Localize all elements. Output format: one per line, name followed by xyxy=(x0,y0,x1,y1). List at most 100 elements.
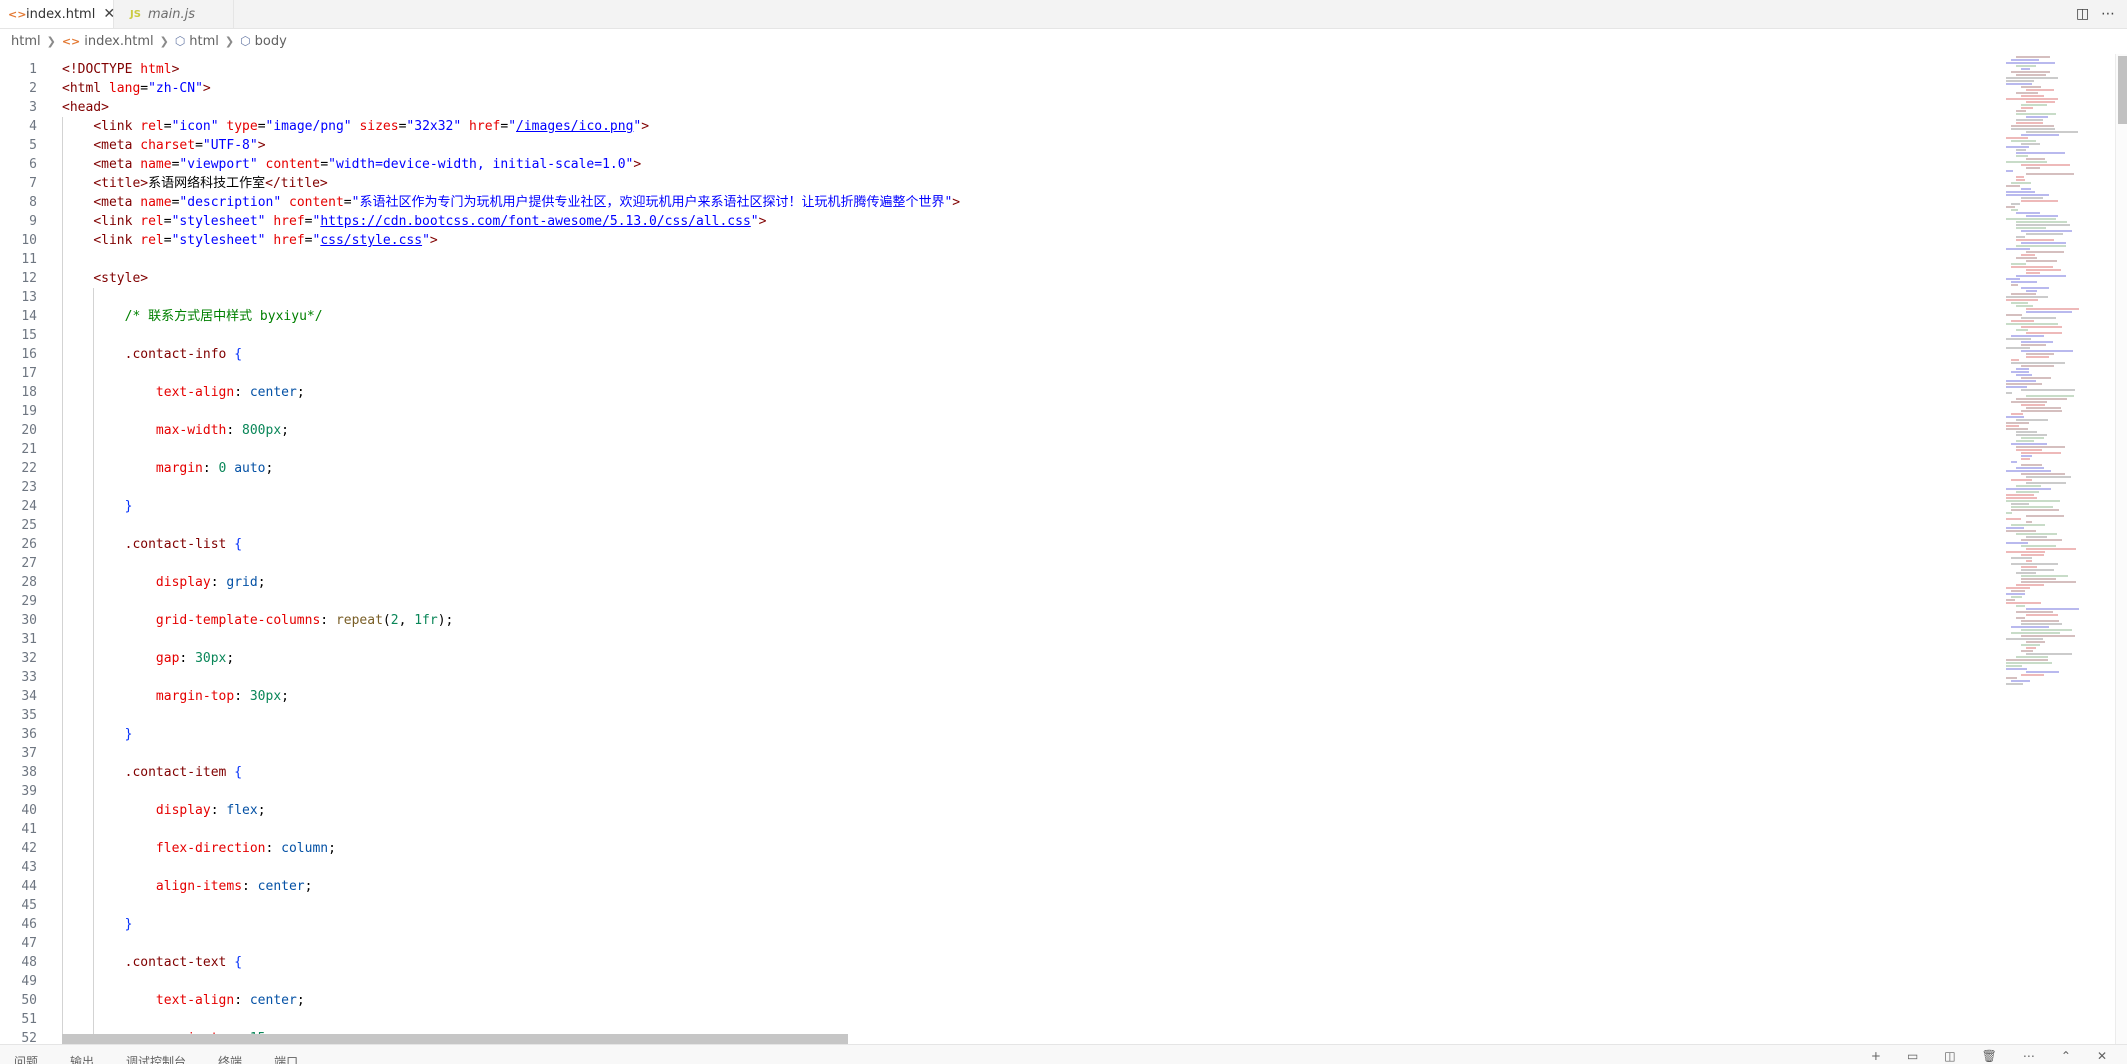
terminal-icon[interactable]: ▭ xyxy=(1907,1049,1918,1064)
code-line[interactable]: 39 xyxy=(0,782,2000,801)
panel-tab-problems[interactable]: 问题 xyxy=(14,1051,38,1064)
minimap-line xyxy=(2026,476,2071,478)
code-editor[interactable]: 1 <!DOCTYPE html> 2 <html lang="zh-CN"> 3 <he… xyxy=(0,54,2000,1044)
more-actions-icon[interactable]: ⋯ xyxy=(2101,0,2115,28)
code-line[interactable]: 34 margin-top: 30px; xyxy=(0,687,2000,706)
minimap-line xyxy=(2016,113,2056,115)
code-line[interactable]: 32 gap: 30px; xyxy=(0,649,2000,668)
close-icon[interactable]: ✕ xyxy=(2097,1049,2107,1064)
code-line[interactable]: 31 xyxy=(0,630,2000,649)
vertical-scrollbar[interactable] xyxy=(2115,54,2127,1044)
code-line[interactable]: 9 <link rel="stylesheet" href="https://c… xyxy=(0,212,2000,231)
code-line[interactable]: 45 xyxy=(0,896,2000,915)
breadcrumb-item[interactable]: html xyxy=(11,34,41,49)
breadcrumb-item[interactable]: ⬡ html xyxy=(175,34,219,49)
code-line[interactable]: 33 xyxy=(0,668,2000,687)
panel-tab-ports[interactable]: 端口 xyxy=(274,1051,298,1064)
minimap[interactable] xyxy=(2000,54,2115,1044)
split-editor-icon[interactable]: ◫ xyxy=(2076,0,2089,28)
minimap-line xyxy=(2026,308,2079,310)
minimap-line xyxy=(2021,230,2072,232)
code-line[interactable]: 35 xyxy=(0,706,2000,725)
maximize-icon[interactable]: ⌃ xyxy=(2061,1049,2071,1064)
code-line[interactable]: 14 /* 联系方式居中样式 byxiyu*/ xyxy=(0,307,2000,326)
minimap-line xyxy=(2006,80,2034,82)
code-line[interactable]: 49 xyxy=(0,972,2000,991)
code-text: .contact-info { xyxy=(124,347,243,362)
code-line[interactable]: 51 xyxy=(0,1010,2000,1029)
code-line[interactable]: 12 <style> xyxy=(0,269,2000,288)
minimap-line xyxy=(2021,287,2049,289)
code-line[interactable]: 5 <meta charset="UTF-8"> xyxy=(0,136,2000,155)
minimap-line xyxy=(2026,116,2048,118)
line-number: 23 xyxy=(21,480,37,495)
code-line[interactable]: 48 .contact-text { xyxy=(0,953,2000,972)
minimap-line xyxy=(2016,176,2024,178)
minimap-line xyxy=(2006,191,2035,193)
add-terminal-icon[interactable]: + xyxy=(1871,1049,1881,1064)
code-line[interactable]: 38 .contact-item { xyxy=(0,763,2000,782)
code-line[interactable]: 50 text-align: center; xyxy=(0,991,2000,1010)
scrollbar-thumb[interactable] xyxy=(2118,56,2127,124)
trash-icon[interactable]: 🗑 xyxy=(1982,1049,1997,1064)
code-line[interactable]: 17 xyxy=(0,364,2000,383)
panel-tab-output[interactable]: 输出 xyxy=(70,1051,94,1064)
code-line[interactable]: 44 align-items: center; xyxy=(0,877,2000,896)
minimap-line xyxy=(2006,587,2030,589)
breadcrumb-item[interactable]: ⬡ body xyxy=(240,34,287,49)
code-line[interactable]: 11 xyxy=(0,250,2000,269)
code-line[interactable]: 20 max-width: 800px; xyxy=(0,421,2000,440)
code-line[interactable]: 42 flex-direction: column; xyxy=(0,839,2000,858)
split-terminal-icon[interactable]: ◫ xyxy=(1944,1049,1955,1064)
indent-guide xyxy=(62,117,63,1044)
minimap-line xyxy=(2026,647,2036,649)
tab-main-js[interactable]: JS main.js xyxy=(114,0,234,28)
code-line[interactable]: 10 <link rel="stylesheet" href="css/styl… xyxy=(0,231,2000,250)
code-line[interactable]: 19 xyxy=(0,402,2000,421)
code-line[interactable]: 27 xyxy=(0,554,2000,573)
code-line[interactable]: 6 <meta name="viewport" content="width=d… xyxy=(0,155,2000,174)
minimap-line xyxy=(2026,131,2078,133)
code-line[interactable]: 46 } xyxy=(0,915,2000,934)
tab-index-html[interactable]: <> index.html ✕ xyxy=(0,0,115,28)
code-line[interactable]: 29 xyxy=(0,592,2000,611)
code-line[interactable]: 22 margin: 0 auto; xyxy=(0,459,2000,478)
minimap-line xyxy=(2026,353,2054,355)
minimap-line xyxy=(2016,434,2047,436)
code-line[interactable]: 21 xyxy=(0,440,2000,459)
panel-tab-debug-console[interactable]: 调试控制台 xyxy=(126,1051,186,1064)
code-line[interactable]: 4 <link rel="icon" type="image/png" size… xyxy=(0,117,2000,136)
horizontal-scrollbar[interactable] xyxy=(62,1034,848,1044)
code-line[interactable]: 8 <meta name="description" content="系语社区… xyxy=(0,193,2000,212)
code-line[interactable]: 2 <html lang="zh-CN"> xyxy=(0,79,2000,98)
more-actions-icon[interactable]: ⋯ xyxy=(2023,1049,2035,1064)
code-line[interactable]: 37 xyxy=(0,744,2000,763)
line-number: 4 xyxy=(29,119,37,134)
code-line[interactable]: 3 <head> xyxy=(0,98,2000,117)
code-line[interactable]: 26 .contact-list { xyxy=(0,535,2000,554)
code-line[interactable]: 18 text-align: center; xyxy=(0,383,2000,402)
line-number: 42 xyxy=(21,841,37,856)
panel-tab-terminal[interactable]: 终端 xyxy=(218,1051,242,1064)
code-line[interactable]: 41 xyxy=(0,820,2000,839)
minimap-line xyxy=(2006,518,2021,520)
code-line[interactable]: 30 grid-template-columns: repeat(2, 1fr)… xyxy=(0,611,2000,630)
code-text: gap: 30px; xyxy=(155,651,235,666)
breadcrumb-item[interactable]: <> index.html xyxy=(62,34,154,49)
code-line[interactable]: 43 xyxy=(0,858,2000,877)
code-line[interactable]: 7 <title>系语网络科技工作室</title> xyxy=(0,174,2000,193)
code-line[interactable]: 40 display: flex; xyxy=(0,801,2000,820)
code-line[interactable]: 24 } xyxy=(0,497,2000,516)
code-line[interactable]: 13 xyxy=(0,288,2000,307)
code-line[interactable]: 25 xyxy=(0,516,2000,535)
line-number: 44 xyxy=(21,879,37,894)
code-line[interactable]: 23 xyxy=(0,478,2000,497)
code-line[interactable]: 28 display: grid; xyxy=(0,573,2000,592)
code-line[interactable]: 47 xyxy=(0,934,2000,953)
minimap-line xyxy=(2006,488,2051,490)
code-text: <meta charset="UTF-8"> xyxy=(93,138,266,153)
code-line[interactable]: 16 .contact-info { xyxy=(0,345,2000,364)
code-line[interactable]: 15 xyxy=(0,326,2000,345)
code-line[interactable]: 36 } xyxy=(0,725,2000,744)
code-line[interactable]: 1 <!DOCTYPE html> xyxy=(0,60,2000,79)
